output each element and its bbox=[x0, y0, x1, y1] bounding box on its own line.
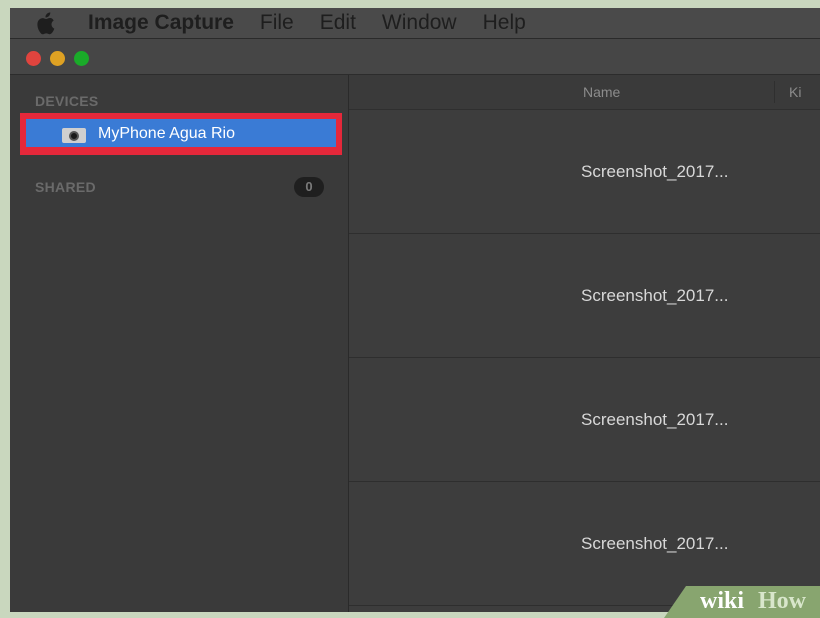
file-row[interactable]: Screenshot_2017... bbox=[349, 358, 820, 482]
menu-app-name[interactable]: Image Capture bbox=[88, 11, 234, 35]
menu-edit[interactable]: Edit bbox=[320, 11, 356, 35]
minimize-button[interactable] bbox=[50, 51, 65, 66]
close-button[interactable] bbox=[26, 51, 41, 66]
menu-file[interactable]: File bbox=[260, 11, 294, 35]
sidebar-item-device[interactable]: MyPhone Agua Rio bbox=[20, 113, 342, 155]
column-header-kind[interactable]: Ki bbox=[789, 84, 801, 100]
column-divider[interactable] bbox=[774, 81, 775, 103]
shared-count-badge: 0 bbox=[294, 177, 324, 197]
file-list: Name Ki Screenshot_2017... Screenshot_20… bbox=[349, 75, 820, 612]
devices-section-label: DEVICES bbox=[35, 93, 99, 109]
file-name: Screenshot_2017... bbox=[581, 162, 729, 181]
window-title-bar bbox=[10, 39, 820, 75]
menu-bar: Image Capture File Edit Window Help bbox=[10, 8, 820, 39]
file-row[interactable]: Screenshot_2017... bbox=[349, 110, 820, 234]
list-header: Name Ki bbox=[349, 75, 820, 110]
file-name: Screenshot_2017... bbox=[581, 410, 729, 429]
screenshot-frame: Image Capture File Edit Window Help DEVI… bbox=[0, 0, 820, 618]
file-row[interactable]: Screenshot_2017... bbox=[349, 234, 820, 358]
watermark-how: How bbox=[758, 588, 806, 614]
file-name: Screenshot_2017... bbox=[581, 286, 729, 305]
device-label: MyPhone Agua Rio bbox=[98, 125, 235, 142]
column-header-name[interactable]: Name bbox=[583, 84, 620, 100]
wikihow-watermark: wiki How bbox=[664, 586, 820, 618]
camera-icon bbox=[62, 128, 86, 143]
apple-icon[interactable] bbox=[32, 10, 58, 36]
file-name: Screenshot_2017... bbox=[581, 534, 729, 553]
menu-help[interactable]: Help bbox=[483, 11, 526, 35]
menu-window[interactable]: Window bbox=[382, 11, 457, 35]
shared-section-label: SHARED bbox=[35, 179, 96, 195]
sidebar: DEVICES MyPhone Agua Rio SHARED 0 bbox=[10, 75, 349, 612]
watermark-wiki: wiki bbox=[700, 588, 745, 614]
zoom-button[interactable] bbox=[74, 51, 89, 66]
desktop-screen: Image Capture File Edit Window Help DEVI… bbox=[10, 8, 820, 612]
